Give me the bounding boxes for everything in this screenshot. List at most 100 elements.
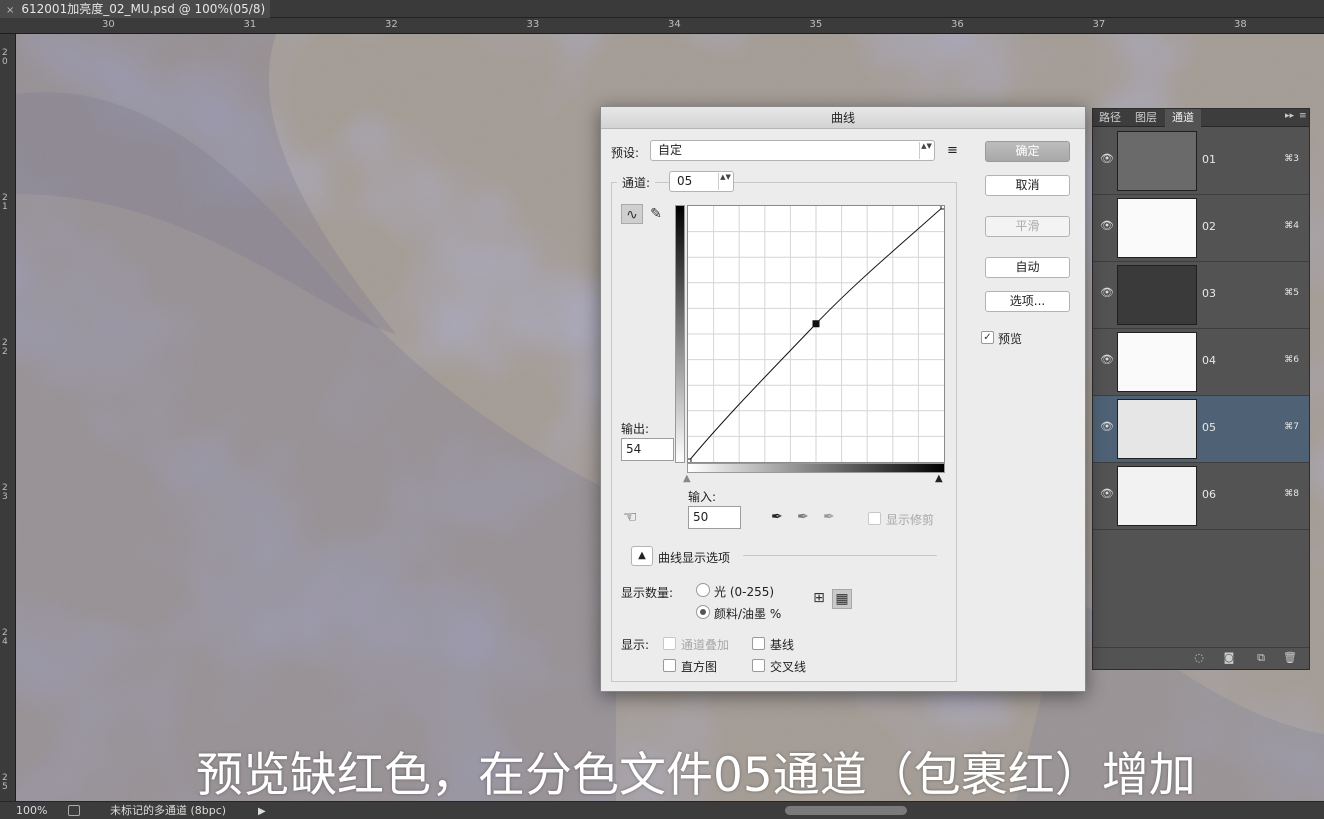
horizontal-scrollbar[interactable]: [785, 806, 907, 815]
output-label: 输出:: [621, 422, 650, 436]
delete-channel-icon[interactable]: 🗑: [1283, 652, 1297, 664]
expand-options-button[interactable]: ▲: [631, 546, 653, 566]
curve-point[interactable]: [940, 202, 948, 210]
ruler-h-label: 30: [102, 19, 115, 30]
curve-graph[interactable]: [684, 202, 948, 466]
detailed-grid-icon[interactable]: ▦: [832, 589, 852, 609]
channel-thumbnail: [1117, 399, 1197, 459]
on-image-adjust-icon[interactable]: ☜: [623, 507, 637, 526]
channel-select[interactable]: 05 ▲▼: [669, 171, 734, 192]
channel-row[interactable]: 👁 05 ⌘7: [1093, 396, 1309, 463]
ruler-h-label: 34: [668, 19, 681, 30]
panel-footer: ◌ ◙ ⧉ 🗑: [1093, 647, 1309, 669]
close-tab-icon[interactable]: ×: [6, 5, 14, 16]
white-point-slider-icon[interactable]: ▲: [935, 473, 943, 484]
channel-shortcut: ⌘8: [1284, 489, 1299, 499]
channel-row[interactable]: 👁 06 ⌘8: [1093, 463, 1309, 530]
auto-button[interactable]: 自动: [985, 257, 1070, 278]
ruler-v-label: 21: [2, 193, 8, 212]
tab-channels[interactable]: 通道: [1165, 109, 1201, 127]
show-clipping-checkbox[interactable]: [868, 512, 881, 525]
cancel-button[interactable]: 取消: [985, 175, 1070, 196]
channel-row[interactable]: 👁 04 ⌘6: [1093, 329, 1309, 396]
channel-overlays-label: 通道叠加: [681, 638, 730, 652]
panel-menu-icon[interactable]: ≡: [1299, 111, 1307, 121]
channel-overlays-checkbox[interactable]: [663, 637, 676, 650]
vertical-ruler[interactable]: 20 21 22 23 24 25: [0, 34, 16, 801]
channel-name: 02: [1202, 220, 1216, 233]
histogram-checkbox[interactable]: [663, 659, 676, 672]
channel-row[interactable]: 👁 03 ⌘5: [1093, 262, 1309, 329]
dialog-title[interactable]: 曲线: [601, 107, 1085, 129]
options-button[interactable]: 选项...: [985, 291, 1070, 312]
new-channel-icon[interactable]: ⧉: [1255, 652, 1267, 664]
curve-tool-icon[interactable]: ∿: [621, 204, 643, 224]
preview-label: 预览: [998, 332, 1023, 346]
gray-eyedropper-icon[interactable]: ✒: [797, 509, 809, 525]
channel-thumbnail: [1117, 131, 1197, 191]
zoom-level[interactable]: 100%: [16, 802, 47, 819]
intersection-label: 交叉线: [770, 660, 807, 674]
input-field[interactable]: 50: [688, 506, 741, 529]
document-info: 未标记的多通道 (8bpc): [110, 804, 227, 817]
visibility-eye-icon[interactable]: 👁: [1100, 220, 1114, 231]
tab-layers[interactable]: 图层: [1129, 109, 1163, 127]
intersection-checkbox[interactable]: [752, 659, 765, 672]
curve-point[interactable]: [812, 320, 820, 328]
input-label: 输入:: [688, 490, 717, 504]
ruler-h-label: 33: [526, 19, 540, 30]
channels-panel: 路径 图层 通道 ▸▸ ≡ 👁 01 ⌘3 👁 02 ⌘4 👁 03 ⌘5 👁 04 ⌘6 👁 05 ⌘7 👁…: [1092, 108, 1310, 670]
panel-tab-bar: 路径 图层 通道 ▸▸ ≡: [1093, 109, 1309, 127]
visibility-eye-icon[interactable]: 👁: [1100, 488, 1114, 499]
preset-value: 自定: [658, 143, 683, 157]
visibility-eye-icon[interactable]: 👁: [1100, 354, 1114, 365]
ok-button[interactable]: 确定: [985, 141, 1070, 162]
ruler-v-label: 20: [2, 48, 8, 67]
visibility-eye-icon[interactable]: 👁: [1100, 153, 1114, 164]
tab-paths[interactable]: 路径: [1093, 109, 1127, 127]
channel-thumbnail: [1117, 198, 1197, 258]
load-selection-icon[interactable]: ◌: [1193, 652, 1205, 664]
simple-grid-icon[interactable]: ⊞: [809, 589, 829, 609]
ruler-h-label: 31: [243, 19, 257, 30]
ruler-v-label: 23: [2, 483, 8, 502]
black-eyedropper-icon[interactable]: ✒: [771, 509, 783, 525]
doc-info-icon[interactable]: [68, 805, 80, 816]
light-radio[interactable]: [696, 583, 710, 597]
options-separator: [743, 555, 937, 556]
document-tab[interactable]: × 612001加亮度_02_MU.psd @ 100%(05/8): [0, 0, 270, 18]
baseline-checkbox[interactable]: [752, 637, 765, 650]
preview-checkbox[interactable]: ✓: [981, 331, 994, 344]
smooth-button[interactable]: 平滑: [985, 216, 1070, 237]
preset-options-icon[interactable]: ≡: [947, 143, 958, 158]
pencil-tool-icon[interactable]: ✎: [645, 204, 667, 224]
channel-shortcut: ⌘6: [1284, 355, 1299, 365]
status-menu-arrow-icon[interactable]: ▶: [258, 803, 266, 819]
channel-thumbnail: [1117, 466, 1197, 526]
channel-shortcut: ⌘7: [1284, 422, 1299, 432]
channel-row[interactable]: 👁 01 ⌘3: [1093, 128, 1309, 195]
output-gradient-bar: [675, 205, 685, 463]
channel-row[interactable]: 👁 02 ⌘4: [1093, 195, 1309, 262]
channel-shortcut: ⌘4: [1284, 221, 1299, 231]
collapse-panel-icon[interactable]: ▸▸: [1285, 111, 1294, 121]
curve-point[interactable]: [684, 458, 692, 466]
channel-name: 05: [1202, 421, 1216, 434]
preset-select[interactable]: 自定 ▲▼: [650, 140, 935, 161]
channel-name: 01: [1202, 153, 1216, 166]
visibility-eye-icon[interactable]: 👁: [1100, 287, 1114, 298]
channel-label: 通道:: [617, 174, 656, 191]
horizontal-ruler[interactable]: 30 31 32 33 34 35 36 37 38: [0, 18, 1324, 34]
save-selection-icon[interactable]: ◙: [1223, 652, 1235, 664]
channel-thumbnail: [1117, 265, 1197, 325]
visibility-eye-icon[interactable]: 👁: [1100, 421, 1114, 432]
ruler-h-label: 38: [1234, 19, 1247, 30]
pigment-radio[interactable]: [696, 605, 710, 619]
output-field[interactable]: 54: [621, 438, 674, 461]
caption-text: 预览缺红色，在分色文件05通道（包裹红）增加: [196, 748, 1196, 803]
ruler-h-label: 37: [1092, 19, 1106, 30]
black-point-slider-icon[interactable]: ▲: [683, 473, 691, 484]
white-eyedropper-icon[interactable]: ✒: [823, 509, 835, 525]
curve-svg[interactable]: [684, 202, 948, 466]
input-gradient-bar: [687, 463, 945, 473]
